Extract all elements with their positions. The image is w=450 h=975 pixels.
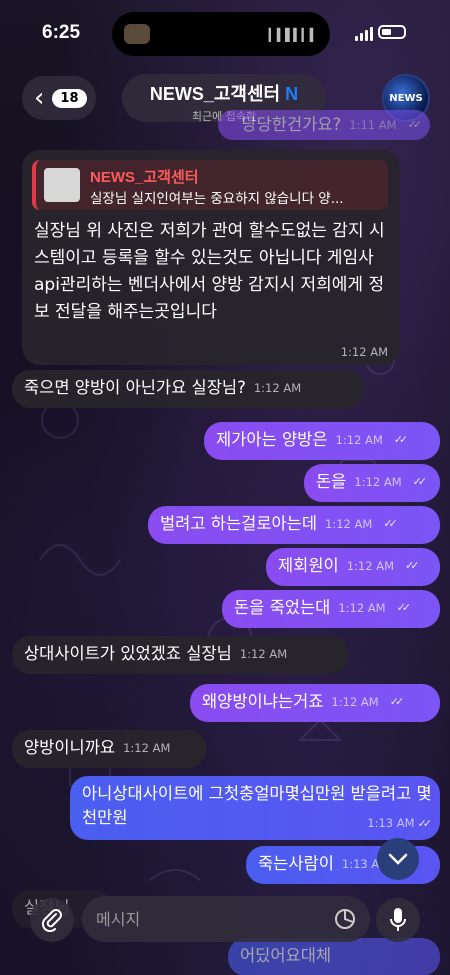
avatar-logo-text: NEWS [389,92,423,104]
read-check-icon: ✓✓ [383,517,398,530]
message-outgoing[interactable]: 제가아는 양방은 1:12 AM ✓✓ [204,422,440,460]
message-text: 제회원이 [278,556,339,575]
microphone-icon [390,908,406,931]
message-time: 1:11 AM [349,118,397,132]
message-text: 실장님 위 사진은 저희가 관여 할수도없는 감지 시스템이고 등록을 할수 있… [34,221,385,322]
attach-button[interactable] [30,898,74,942]
message-text: 왜양방이냐는거죠 [202,692,324,711]
message-text: 죽으면 양방이 아닌가요 실장님? [24,378,246,397]
channel-badge-n: N [285,84,299,104]
read-check-icon: ✓✓ [405,559,420,572]
message-text: 돈을 [316,472,347,491]
message-outgoing[interactable]: 어딨어요대체 [228,938,440,975]
message-text: 양방이니까요 [24,738,116,757]
message-outgoing[interactable]: 제회원이 1:12 AM ✓✓ [266,548,440,586]
chevron-down-icon [388,853,408,865]
message-outgoing[interactable]: 돈을 죽었는대 1:12 AM ✓✓ [222,590,440,628]
now-playing-artwork [124,24,150,44]
unread-count-badge: 18 [52,88,87,108]
message-outgoing[interactable]: 벌려고 하는걸로아는데 1:12 AM ✓✓ [148,506,440,544]
message-incoming[interactable]: 상대사이트가 있었겠죠 실장님 1:12 AM [12,636,348,674]
message-outgoing[interactable]: 당당한건가요? 1:11 AM ✓✓ [218,110,430,140]
sticker-icon[interactable] [334,908,356,930]
status-time: 6:25 [42,22,81,43]
message-time: 1:13 AM [367,816,415,830]
message-incoming[interactable]: 죽으면 양방이 아닌가요 실장님? 1:12 AM [12,370,364,408]
message-outgoing[interactable]: 돈을 1:12 AM ✓✓ [304,464,440,502]
back-button[interactable]: ‹ 18 [22,76,96,120]
message-incoming-reply[interactable]: NEWS_고객센터 실장님 실지인여부는 중요하지 않습니다 양... 실장님 … [22,150,400,365]
quoted-message[interactable]: NEWS_고객센터 실장님 실지인여부는 중요하지 않습니다 양... [32,160,388,210]
message-time: 1:12 AM [253,381,302,395]
message-text: 상대사이트가 있었겠죠 실장님 [24,644,232,663]
chevron-left-icon: ‹ [34,83,45,113]
read-check-icon: ✓✓ [407,118,423,131]
message-time: 1:12 AM [354,475,402,489]
message-time: 1:12 AM [331,695,379,709]
message-time: 1:12 AM [346,559,395,573]
chat-name-text: NEWS_고객센터 [149,84,281,104]
message-input-container[interactable] [82,896,370,942]
battery-icon [378,25,406,39]
message-time: 1:12 AM [340,345,388,359]
message-time: 1:12 AM [338,601,386,615]
message-text: 제가아는 양방은 [216,430,328,449]
message-incoming[interactable]: 양방이니까요 1:12 AM [12,730,206,768]
message-outgoing[interactable]: 왜양방이냐는거죠 1:12 AM ✓✓ [190,684,440,722]
message-text: 어딨어요대체 [240,946,332,965]
message-time: 1:12 AM [239,647,288,661]
chat-name: NEWS_고객센터 N [122,80,326,106]
quoted-image-thumbnail [44,168,80,202]
quoted-sender: NEWS_고객센터 [90,169,199,186]
signal-icon [355,27,373,41]
message-text: 벌려고 하는걸로아는데 [160,514,318,533]
message-text: 당당한건가요? [241,115,342,134]
read-check-icon: ✓✓ [389,695,405,708]
scroll-to-bottom-button[interactable] [377,838,419,880]
audio-waveform-icon: ▎▍▌▍▎▍ [268,28,319,42]
status-bar: 6:25 ▎▍▌▍▎▍ [0,0,450,62]
message-text: 죽는사람이 [258,854,334,873]
quoted-text: 실장님 실지인여부는 중요하지 않습니다 양... [90,191,344,207]
message-time: 1:12 AM [325,517,373,531]
message-outgoing[interactable]: 아니상대사이트에 그첫충얼마몇십만원 받을려고 몇천만원 1:13 AM ✓✓ [70,776,440,840]
microphone-button[interactable] [376,898,420,942]
read-check-icon: ✓✓ [417,817,433,830]
read-check-icon: ✓✓ [396,601,412,614]
read-check-icon: ✓✓ [393,433,409,446]
message-input[interactable] [96,906,326,932]
message-time: 1:12 AM [123,741,171,755]
message-text: 돈을 죽었는대 [234,598,331,617]
message-time: 1:12 AM [335,433,383,447]
read-check-icon: ✓✓ [412,475,428,488]
dynamic-island: ▎▍▌▍▎▍ [112,12,330,56]
paperclip-icon [41,909,62,932]
